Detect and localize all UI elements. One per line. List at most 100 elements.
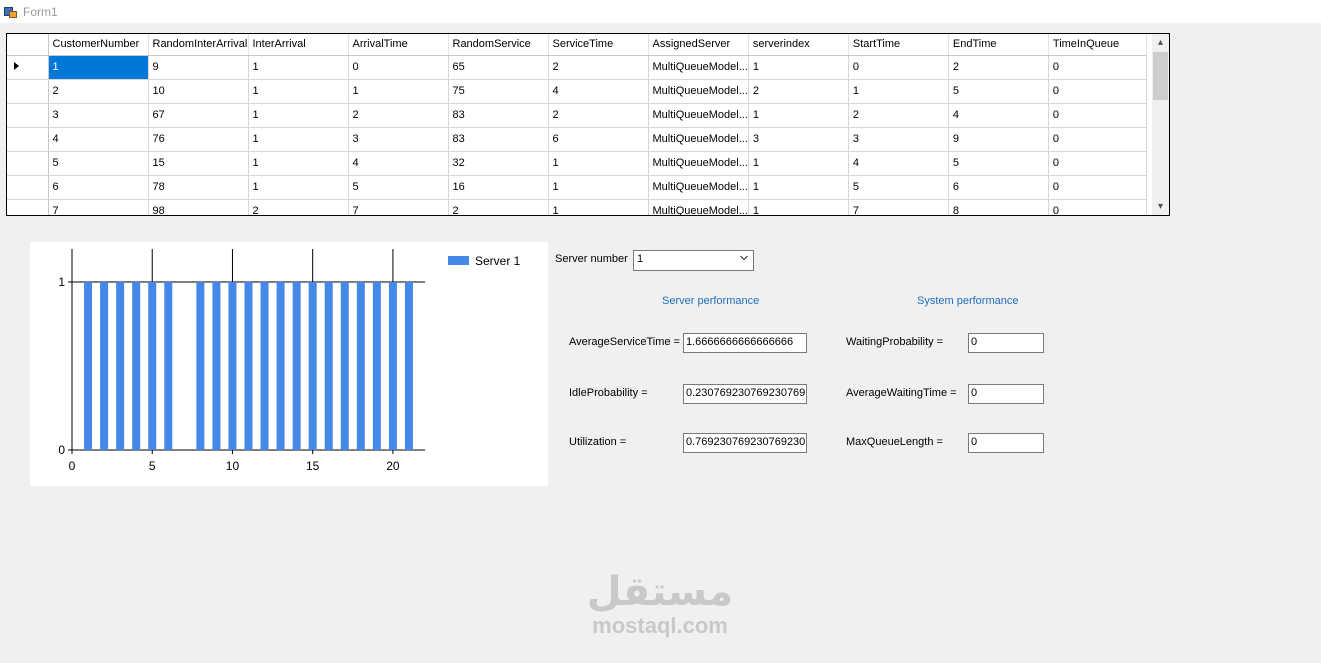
row-header[interactable] — [7, 55, 49, 80]
table-cell[interactable]: 1 — [248, 103, 349, 128]
column-header[interactable]: EndTime — [948, 34, 1049, 56]
table-cell[interactable]: 7 — [848, 199, 949, 215]
table-cell[interactable]: 1 — [348, 79, 449, 104]
table-cell[interactable]: 1 — [48, 55, 149, 80]
table-cell[interactable]: MultiQueueModel... — [648, 103, 749, 128]
table-cell[interactable]: 6 — [48, 175, 149, 200]
table-cell[interactable]: 4 — [48, 127, 149, 152]
table-cell[interactable]: 0 — [1048, 79, 1147, 104]
table-cell[interactable]: MultiQueueModel... — [648, 199, 749, 215]
table-cell[interactable]: 2 — [248, 199, 349, 215]
column-header[interactable]: serverindex — [748, 34, 849, 56]
table-row[interactable]: 2 10 1 1 75 4 MultiQueueModel... 2 1 5 0 — [7, 79, 1147, 104]
table-cell[interactable]: 4 — [948, 103, 1049, 128]
row-header[interactable] — [7, 199, 49, 215]
table-cell[interactable]: MultiQueueModel... — [648, 151, 749, 176]
column-header[interactable]: RandomService — [448, 34, 549, 56]
table-cell[interactable]: 0 — [348, 55, 449, 80]
table-cell[interactable]: MultiQueueModel... — [648, 127, 749, 152]
table-cell[interactable]: 1 — [548, 175, 649, 200]
row-header[interactable] — [7, 175, 49, 200]
row-header[interactable] — [7, 127, 49, 152]
column-header[interactable]: RandomInterArrival — [148, 34, 249, 56]
idle-probability-field[interactable]: 0.230769230769230769 — [683, 384, 807, 404]
row-header[interactable] — [7, 79, 49, 104]
table-row[interactable]: 6 78 1 5 16 1 MultiQueueModel... 1 5 6 0 — [7, 175, 1147, 200]
table-cell[interactable]: 0 — [1048, 127, 1147, 152]
table-cell[interactable]: 1 — [748, 199, 849, 215]
chevron-down-icon[interactable] — [740, 254, 748, 262]
server-number-combobox[interactable]: 1 — [633, 250, 754, 271]
table-cell[interactable]: 2 — [48, 79, 149, 104]
table-cell[interactable]: MultiQueueModel... — [648, 175, 749, 200]
column-header[interactable]: CustomerNumber — [48, 34, 149, 56]
table-cell[interactable]: 75 — [448, 79, 549, 104]
table-row[interactable]: 1 9 1 0 65 2 MultiQueueModel... 1 0 2 0 — [7, 55, 1147, 80]
table-cell[interactable]: 3 — [348, 127, 449, 152]
table-cell[interactable]: 1 — [548, 151, 649, 176]
table-cell[interactable]: 83 — [448, 127, 549, 152]
table-cell[interactable]: 83 — [448, 103, 549, 128]
table-cell[interactable]: 98 — [148, 199, 249, 215]
table-cell[interactable]: 5 — [948, 151, 1049, 176]
table-cell[interactable]: 0 — [1048, 199, 1147, 215]
data-grid[interactable]: CustomerNumber RandomInterArrival InterArr… — [6, 33, 1170, 216]
table-cell[interactable]: 5 — [848, 175, 949, 200]
table-cell[interactable]: 6 — [948, 175, 1049, 200]
average-service-time-field[interactable]: 1.6666666666666666 — [683, 333, 807, 353]
table-cell[interactable]: 67 — [148, 103, 249, 128]
table-cell[interactable]: 3 — [48, 103, 149, 128]
table-cell[interactable]: 78 — [148, 175, 249, 200]
table-row[interactable]: 7 98 2 7 2 1 MultiQueueModel... 1 7 8 0 — [7, 199, 1147, 215]
table-cell[interactable]: 4 — [548, 79, 649, 104]
table-cell[interactable]: 2 — [748, 79, 849, 104]
table-cell[interactable]: 3 — [748, 127, 849, 152]
table-cell[interactable]: 0 — [1048, 151, 1147, 176]
table-cell[interactable]: 1 — [748, 175, 849, 200]
table-cell[interactable]: 15 — [148, 151, 249, 176]
table-cell[interactable]: 1 — [248, 55, 349, 80]
table-cell[interactable]: 76 — [148, 127, 249, 152]
table-cell[interactable]: 2 — [848, 103, 949, 128]
table-cell[interactable]: 6 — [548, 127, 649, 152]
table-cell[interactable]: 10 — [148, 79, 249, 104]
table-cell[interactable]: 1 — [248, 79, 349, 104]
table-cell[interactable]: 4 — [848, 151, 949, 176]
table-row[interactable]: 3 67 1 2 83 2 MultiQueueModel... 1 2 4 0 — [7, 103, 1147, 128]
table-row[interactable]: 5 15 1 4 32 1 MultiQueueModel... 1 4 5 0 — [7, 151, 1147, 176]
table-cell[interactable]: 0 — [848, 55, 949, 80]
table-cell[interactable]: 0 — [1048, 175, 1147, 200]
row-header[interactable] — [7, 103, 49, 128]
table-cell[interactable]: MultiQueueModel... — [648, 79, 749, 104]
table-cell[interactable]: 4 — [348, 151, 449, 176]
table-cell[interactable]: 9 — [148, 55, 249, 80]
table-cell[interactable]: 0 — [1048, 55, 1147, 80]
table-cell[interactable]: 1 — [748, 151, 849, 176]
table-cell[interactable]: 0 — [1048, 103, 1147, 128]
table-cell[interactable]: 2 — [548, 103, 649, 128]
table-cell[interactable]: 3 — [848, 127, 949, 152]
column-header[interactable]: AssignedServer — [648, 34, 749, 56]
scroll-down-icon[interactable]: ▾ — [1152, 198, 1169, 215]
max-queue-length-field[interactable]: 0 — [968, 433, 1044, 453]
table-cell[interactable]: 1 — [548, 199, 649, 215]
waiting-probability-field[interactable]: 0 — [968, 333, 1044, 353]
table-cell[interactable]: 9 — [948, 127, 1049, 152]
table-row[interactable]: 4 76 1 3 83 6 MultiQueueModel... 3 3 9 0 — [7, 127, 1147, 152]
table-cell[interactable]: 16 — [448, 175, 549, 200]
table-cell[interactable]: 1 — [848, 79, 949, 104]
table-cell[interactable]: 2 — [448, 199, 549, 215]
table-cell[interactable]: 2 — [948, 55, 1049, 80]
average-waiting-time-field[interactable]: 0 — [968, 384, 1044, 404]
table-cell[interactable]: 5 — [348, 175, 449, 200]
table-cell[interactable]: MultiQueueModel... — [648, 55, 749, 80]
column-header[interactable]: ArrivalTime — [348, 34, 449, 56]
table-cell[interactable]: 1 — [748, 55, 849, 80]
scroll-up-icon[interactable]: ▴ — [1152, 34, 1169, 51]
table-cell[interactable]: 1 — [248, 175, 349, 200]
table-cell[interactable]: 1 — [748, 103, 849, 128]
table-cell[interactable]: 1 — [248, 127, 349, 152]
table-cell[interactable]: 7 — [48, 199, 149, 215]
grid-vertical-scrollbar[interactable]: ▴ ▾ — [1152, 34, 1169, 215]
grid-corner-header[interactable] — [7, 34, 49, 56]
